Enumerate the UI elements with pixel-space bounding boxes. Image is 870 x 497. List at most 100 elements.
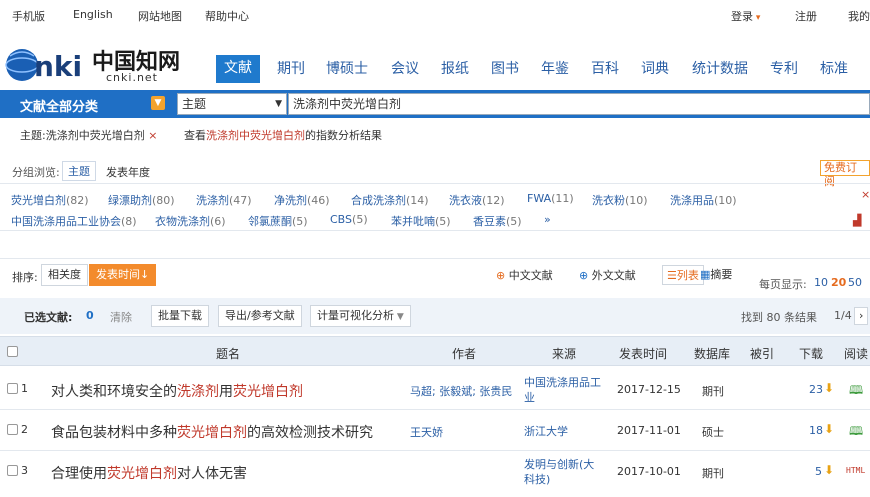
chevron-down-icon[interactable]: ▼ bbox=[151, 96, 165, 110]
facet-item[interactable]: 香豆素(5) bbox=[473, 213, 522, 229]
login-link[interactable]: 登录 ▾ bbox=[731, 8, 760, 24]
source-link[interactable]: 中国洗涤用品工业 bbox=[524, 375, 604, 405]
help-link[interactable]: 帮助中心 bbox=[205, 8, 249, 24]
facet-item[interactable]: 合成洗涤剂(14) bbox=[351, 192, 429, 208]
database-type: 期刊 bbox=[702, 467, 724, 480]
facet-item[interactable]: 苯并吡喃(5) bbox=[391, 213, 451, 229]
export-button[interactable]: 导出/参考文献 bbox=[218, 305, 302, 327]
next-page-button[interactable]: › bbox=[854, 307, 869, 325]
facet-item[interactable]: CBS(5) bbox=[330, 213, 368, 226]
view-term: 洗涤剂中荧光增白剂 bbox=[206, 129, 305, 142]
col-read[interactable]: 阅读 bbox=[844, 345, 868, 362]
col-database[interactable]: 数据库 bbox=[694, 345, 730, 362]
list-view-button[interactable]: ☰列表 bbox=[662, 265, 704, 285]
facet-item[interactable]: 绿漂助剂(80) bbox=[108, 192, 175, 208]
facet-item[interactable]: 洗涤用品(10) bbox=[670, 192, 737, 208]
facet-item[interactable]: 洗衣液(12) bbox=[449, 192, 505, 208]
abstract-view-button[interactable]: ▦摘要 bbox=[700, 266, 732, 282]
search-input[interactable]: 洗涤剂中荧光增白剂 bbox=[288, 93, 870, 115]
facet-item[interactable]: 邻氯蔗酮(5) bbox=[248, 213, 308, 229]
my-account-link[interactable]: 我的 bbox=[848, 8, 870, 24]
facet-item[interactable]: 衣物洗涤剂(6) bbox=[155, 213, 226, 229]
download-icon[interactable]: ⬇ bbox=[824, 381, 834, 395]
result-title-link[interactable]: 对人类和环境安全的洗涤剂用荧光增白剂 bbox=[51, 381, 303, 401]
facet-item[interactable]: FWA(11) bbox=[527, 192, 574, 205]
abstract-icon: ▦ bbox=[700, 268, 711, 281]
row-checkbox[interactable] bbox=[7, 383, 18, 394]
close-icon[interactable]: × bbox=[861, 188, 870, 201]
col-title[interactable]: 题名 bbox=[216, 345, 240, 362]
chart-icon[interactable]: ▟ bbox=[853, 214, 861, 227]
result-title-link[interactable]: 合理使用荧光增白剂对人体无害 bbox=[51, 463, 247, 483]
select-all-checkbox[interactable] bbox=[7, 346, 18, 357]
facet-more-link[interactable]: » bbox=[544, 213, 551, 226]
group-topic-tab[interactable]: 主题 bbox=[62, 161, 96, 181]
mobile-link[interactable]: 手机版 bbox=[12, 8, 45, 24]
facet-item[interactable]: 洗涤剂(47) bbox=[196, 192, 252, 208]
perpage-20[interactable]: 20 bbox=[831, 276, 846, 289]
col-source[interactable]: 来源 bbox=[552, 345, 576, 362]
facet-item[interactable]: 中国洗涤用品工业协会(8) bbox=[11, 213, 137, 229]
tab-literature[interactable]: 文献 bbox=[216, 55, 260, 83]
category-selector[interactable]: 文献全部分类 bbox=[20, 96, 98, 115]
col-date[interactable]: 发表时间 bbox=[619, 345, 667, 362]
result-title-link[interactable]: 食品包装材料中多种荧光增白剂的高效检测技术研究 bbox=[51, 422, 373, 442]
batch-download-button[interactable]: 批量下载 bbox=[151, 305, 209, 327]
perpage-label: 每页显示: bbox=[759, 278, 807, 291]
group-year-tab[interactable]: 发表年度 bbox=[106, 164, 150, 180]
tab-yearbooks[interactable]: 年鉴 bbox=[541, 58, 569, 84]
facet-item[interactable]: 净洗剂(46) bbox=[274, 192, 330, 208]
facet-count: (82) bbox=[66, 194, 89, 207]
row-checkbox[interactable] bbox=[7, 465, 18, 476]
selected-count: 0 bbox=[86, 309, 94, 322]
col-cited[interactable]: 被引 bbox=[750, 345, 774, 362]
facet-count: (80) bbox=[152, 194, 175, 207]
register-link[interactable]: 注册 bbox=[795, 8, 817, 24]
tab-newspapers[interactable]: 报纸 bbox=[441, 58, 469, 84]
tab-dictionary[interactable]: 词典 bbox=[641, 58, 669, 84]
english-link[interactable]: English bbox=[73, 8, 113, 21]
perpage-10[interactable]: 10 bbox=[814, 276, 828, 289]
login-label: 登录 bbox=[731, 10, 753, 23]
facet-name: FWA bbox=[527, 192, 552, 205]
row-checkbox[interactable] bbox=[7, 424, 18, 435]
book-icon[interactable]: 🕮 bbox=[849, 381, 863, 402]
html-read-badge[interactable]: HTML bbox=[846, 466, 865, 475]
tab-patents[interactable]: 专利 bbox=[770, 58, 798, 84]
source-link[interactable]: 发明与创新(大科技) bbox=[524, 457, 604, 487]
col-author[interactable]: 作者 bbox=[452, 345, 476, 362]
result-count: 找到 80 条结果 bbox=[741, 311, 817, 324]
sort-relevance-button[interactable]: 相关度 bbox=[41, 264, 88, 286]
index-analysis-link[interactable]: 查看洗涤剂中荧光增白剂的指数分析结果 bbox=[184, 127, 382, 143]
tab-theses[interactable]: 博硕士 bbox=[326, 58, 368, 84]
facet-item[interactable]: 荧光增白剂(82) bbox=[11, 192, 89, 208]
foreign-literature-link[interactable]: ⊕ 外文文献 bbox=[579, 267, 636, 283]
download-icon[interactable]: ⬇ bbox=[824, 463, 834, 477]
remove-crumb-icon[interactable]: × bbox=[148, 129, 157, 142]
author-link[interactable]: 马超; 张毅斌; 张贵民 bbox=[410, 383, 512, 399]
tab-encyclopedia[interactable]: 百科 bbox=[591, 58, 619, 84]
tab-conferences[interactable]: 会议 bbox=[391, 58, 419, 84]
sort-date-button[interactable]: 发表时间↓ bbox=[89, 264, 157, 286]
visualization-button[interactable]: 计量可视化分析 ▼ bbox=[310, 305, 411, 327]
free-subscribe-button[interactable]: 免费订阅 bbox=[820, 160, 870, 188]
tab-statistics[interactable]: 统计数据 bbox=[692, 58, 748, 84]
sitemap-link[interactable]: 网站地图 bbox=[138, 8, 182, 24]
search-field-select[interactable]: 主题 ▼ bbox=[177, 93, 287, 115]
title-part: 食品包装材料中多种 bbox=[51, 425, 177, 441]
cnki-logo[interactable]: nki 中国知网 cnki.net bbox=[4, 40, 194, 86]
download-icon[interactable]: ⬇ bbox=[824, 422, 834, 436]
tab-books[interactable]: 图书 bbox=[491, 58, 519, 84]
perpage-50[interactable]: 50 bbox=[848, 276, 862, 289]
facet-item[interactable]: 洗衣粉(10) bbox=[592, 192, 648, 208]
tab-standards[interactable]: 标准 bbox=[820, 58, 848, 84]
book-icon[interactable]: 🕮 bbox=[849, 422, 863, 443]
tab-journals[interactable]: 期刊 bbox=[277, 58, 305, 84]
col-downloads[interactable]: 下载 bbox=[799, 345, 823, 362]
source-link[interactable]: 浙江大学 bbox=[524, 424, 604, 439]
action-bar: 已选文献: 0 清除 批量下载 导出/参考文献 计量可视化分析 ▼ 找到 80 … bbox=[0, 298, 870, 334]
zh-literature-link[interactable]: ⊕ 中文文献 bbox=[496, 267, 553, 283]
author-link[interactable]: 王天娇 bbox=[410, 424, 443, 440]
clear-button[interactable]: 清除 bbox=[110, 309, 132, 325]
page-indicator: 1/4 bbox=[834, 309, 852, 322]
